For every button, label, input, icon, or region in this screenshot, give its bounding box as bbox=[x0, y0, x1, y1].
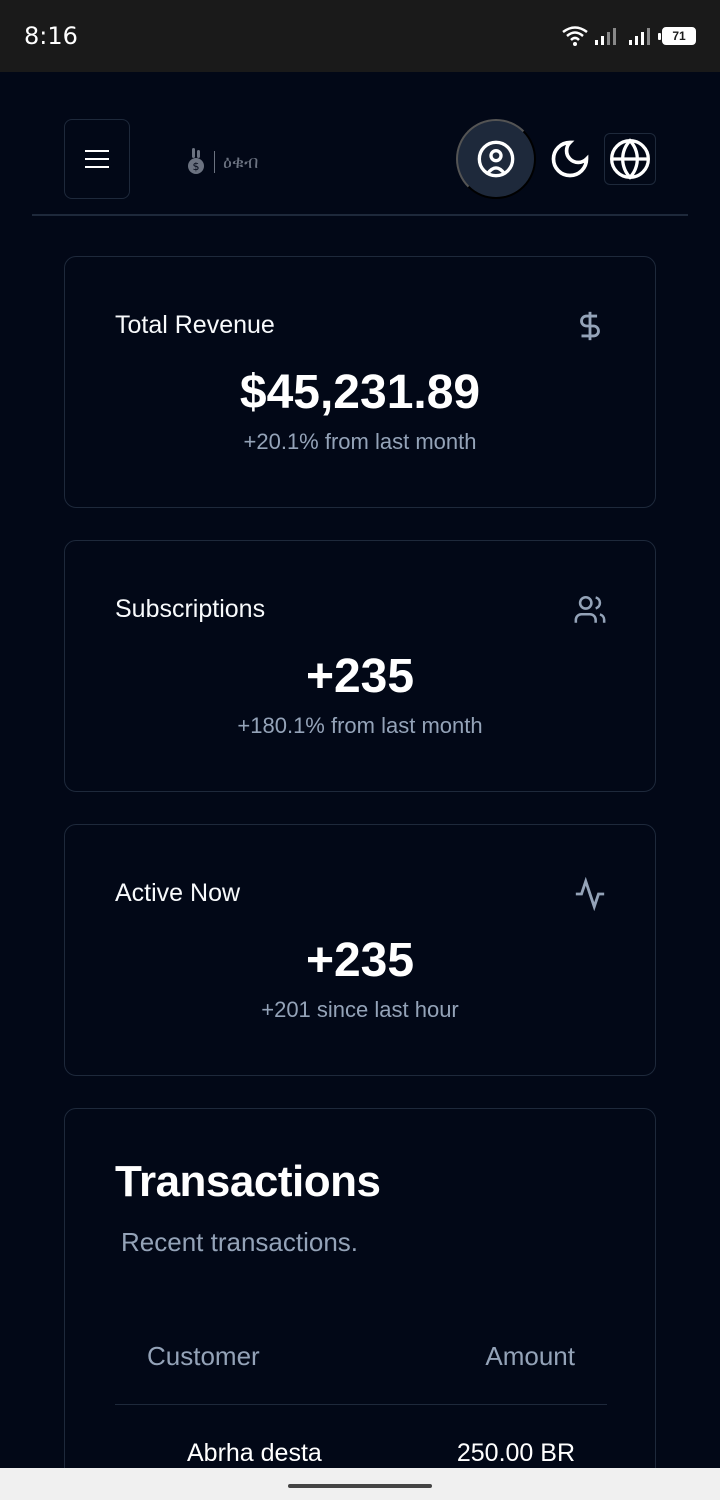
status-time: 8:16 bbox=[24, 22, 78, 50]
column-header-amount[interactable]: Amount bbox=[485, 1341, 575, 1372]
theme-toggle-button[interactable] bbox=[548, 137, 592, 181]
user-circle-icon bbox=[477, 140, 515, 178]
stat-change: +180.1% from last month bbox=[237, 713, 483, 738]
stat-change: +201 since last hour bbox=[261, 997, 459, 1022]
transactions-description: Recent transactions. bbox=[121, 1227, 359, 1257]
signal-icon-2 bbox=[629, 28, 650, 45]
user-profile-button[interactable] bbox=[456, 119, 536, 199]
stat-card-total-revenue: Total Revenue $45,231.89 +20.1% from las… bbox=[64, 256, 656, 508]
stat-card-subscriptions: Subscriptions +235 +180.1% from last mon… bbox=[64, 540, 656, 792]
status-bar: 8:16 71 bbox=[0, 0, 720, 72]
stat-card-active-now: Active Now +235 +201 since last hour bbox=[64, 824, 656, 1076]
activity-icon bbox=[575, 877, 605, 911]
navigation-bar bbox=[0, 1468, 720, 1500]
users-icon bbox=[574, 595, 606, 623]
transactions-title: Transactions bbox=[115, 1157, 381, 1206]
dollar-icon bbox=[580, 311, 600, 341]
app-logo[interactable]: $ ዕቁብ bbox=[186, 147, 258, 177]
stat-title: Subscriptions bbox=[115, 595, 266, 623]
battery-icon: 71 bbox=[658, 27, 696, 45]
stat-value: $45,231.89 bbox=[239, 366, 481, 419]
logo-separator bbox=[214, 151, 215, 173]
wifi-icon bbox=[562, 26, 588, 46]
transactions-card: Transactions Recent transactions. Custom… bbox=[64, 1108, 656, 1500]
column-header-customer[interactable]: Customer bbox=[147, 1341, 260, 1372]
stat-change: +20.1% from last month bbox=[243, 429, 477, 454]
stat-title: Active Now bbox=[115, 879, 241, 907]
moon-icon bbox=[551, 140, 589, 178]
amount-cell: 250.00 BR bbox=[456, 1439, 575, 1467]
menu-icon bbox=[85, 150, 109, 168]
language-button[interactable] bbox=[604, 133, 656, 185]
logo-text: ዕቁብ bbox=[223, 151, 259, 172]
signal-icon bbox=[595, 28, 616, 45]
stat-title: Total Revenue bbox=[115, 311, 275, 339]
svg-text:$: $ bbox=[193, 160, 200, 173]
customer-cell: Abrha desta bbox=[187, 1439, 322, 1467]
menu-button[interactable] bbox=[64, 119, 130, 199]
stat-value: +235 bbox=[305, 934, 415, 987]
logo-icon: $ bbox=[188, 148, 204, 174]
table-header: Customer Amount bbox=[115, 1329, 607, 1405]
home-gesture-handle[interactable] bbox=[288, 1484, 432, 1488]
stat-value: +235 bbox=[305, 650, 415, 703]
globe-icon bbox=[610, 138, 650, 180]
battery-level: 71 bbox=[672, 29, 686, 43]
status-icons: 71 bbox=[562, 26, 696, 46]
